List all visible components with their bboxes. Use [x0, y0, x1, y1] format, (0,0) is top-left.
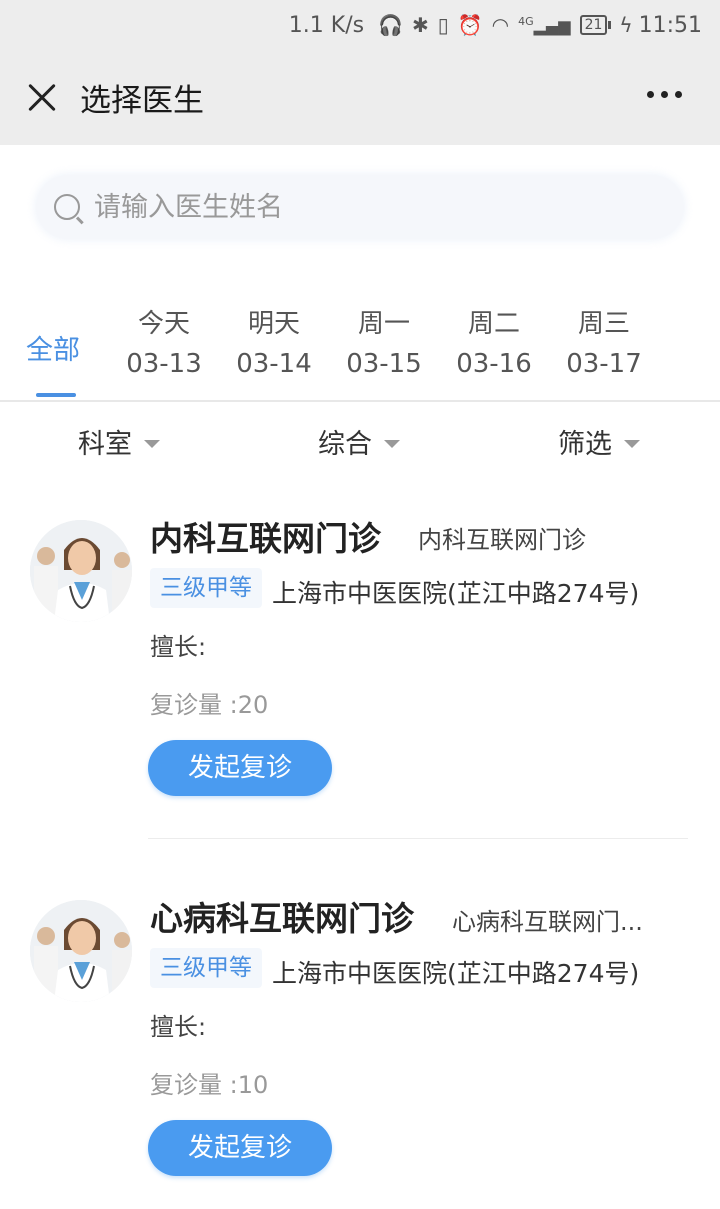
screen-filter-label: 筛选: [558, 429, 612, 460]
hospital-level-badge: 三级甲等: [150, 948, 262, 988]
page-title: 选择医生: [80, 83, 204, 119]
specialty-label: 擅长:: [150, 1013, 207, 1041]
card-divider: [148, 838, 688, 839]
doctor-photo: [30, 900, 132, 1002]
dot: [661, 91, 668, 98]
date-tabs: 全部 今天 03-13 明天 03-14 周一 03-15 周二 03-16 周…: [0, 300, 720, 400]
tab-all[interactable]: 全部: [26, 328, 80, 367]
divider: [0, 400, 720, 402]
clock: 11:51: [638, 12, 702, 38]
tab-day-label: 明天: [247, 309, 300, 339]
doctor-photo: [30, 520, 132, 622]
tab-day[interactable]: 今天 03-13: [114, 304, 214, 384]
doctor-department: 心病科互联网门...: [452, 908, 643, 936]
search-input[interactable]: [94, 191, 654, 223]
search-icon: [54, 194, 80, 220]
battery-icon: 21: [579, 15, 612, 35]
tab-day-label: 周二: [467, 309, 520, 339]
dot: [675, 91, 682, 98]
revisit-count: 复诊量 :10: [150, 1071, 269, 1099]
network-speed: 1.1 K/s: [288, 12, 365, 38]
dot: [647, 91, 654, 98]
hospital-name: 上海市中医医院(芷江中路274号): [272, 959, 640, 988]
sort-filter-label: 综合: [318, 429, 372, 460]
hospital-level-badge: 三级甲等: [150, 568, 262, 608]
revisit-count: 复诊量 :20: [150, 691, 269, 719]
chevron-down-icon: [384, 439, 400, 448]
chevron-down-icon: [624, 439, 640, 448]
department-filter[interactable]: 科室: [78, 422, 160, 461]
doctor-avatar: [30, 900, 132, 1002]
sort-filter[interactable]: 综合: [318, 422, 400, 461]
tab-date-label: 03-17: [566, 349, 642, 379]
nav-bar: 选择医生: [0, 50, 720, 145]
signal-icon: 4G▂▄▆: [518, 14, 571, 36]
department-filter-label: 科室: [78, 429, 132, 460]
tab-day[interactable]: 周二 03-16: [444, 304, 544, 384]
status-bar: 1.1 K/s 🎧 ✱ ▯ ⏰ ◠ 4G▂▄▆ 21 ϟ 11:51: [0, 0, 720, 50]
start-revisit-button[interactable]: 发起复诊: [148, 740, 332, 796]
tab-date-label: 03-15: [346, 349, 422, 379]
doctor-department: 内科互联网门诊: [418, 526, 586, 554]
bluetooth-icon: ✱: [411, 13, 429, 37]
alarm-icon: ⏰: [457, 13, 483, 37]
specialty-label: 擅长:: [150, 633, 207, 661]
start-revisit-button[interactable]: 发起复诊: [148, 1120, 332, 1176]
screen-filter[interactable]: 筛选: [558, 422, 640, 461]
vibrate-icon: ▯: [437, 13, 449, 37]
doctor-name: 内科互联网门诊: [150, 519, 381, 558]
tab-day-label: 周三: [577, 309, 630, 339]
tab-day[interactable]: 周一 03-15: [334, 304, 434, 384]
tab-date-label: 03-13: [126, 349, 202, 379]
charging-icon: ϟ: [619, 13, 633, 37]
battery-tip: [608, 21, 612, 29]
hospital-name: 上海市中医医院(芷江中路274号): [272, 579, 640, 608]
doctor-card[interactable]: 心病科互联网门诊 心病科互联网门... 三级甲等 上海市中医医院(芷江中路274…: [0, 880, 720, 1209]
close-icon[interactable]: [22, 78, 62, 118]
doctor-avatar: [30, 520, 132, 622]
doctor-card[interactable]: 内科互联网门诊 内科互联网门诊 三级甲等 上海市中医医院(芷江中路274号) 擅…: [0, 500, 720, 839]
active-tab-indicator: [36, 393, 76, 397]
more-options-icon[interactable]: [647, 91, 682, 98]
tab-date-label: 03-16: [456, 349, 532, 379]
tab-day[interactable]: 周三 03-17: [554, 304, 654, 384]
tab-day-label: 周一: [357, 309, 410, 339]
tab-day[interactable]: 明天 03-14: [224, 304, 324, 384]
network-type: 4G: [518, 14, 534, 28]
tab-date-label: 03-14: [236, 349, 312, 379]
tab-day-label: 今天: [137, 309, 190, 339]
headphones-icon: 🎧: [378, 13, 403, 37]
wifi-icon: ◠: [491, 13, 510, 37]
chevron-down-icon: [144, 439, 160, 448]
battery-level: 21: [579, 15, 608, 35]
doctor-name: 心病科互联网门诊: [150, 899, 414, 938]
search-bar: [36, 175, 684, 239]
